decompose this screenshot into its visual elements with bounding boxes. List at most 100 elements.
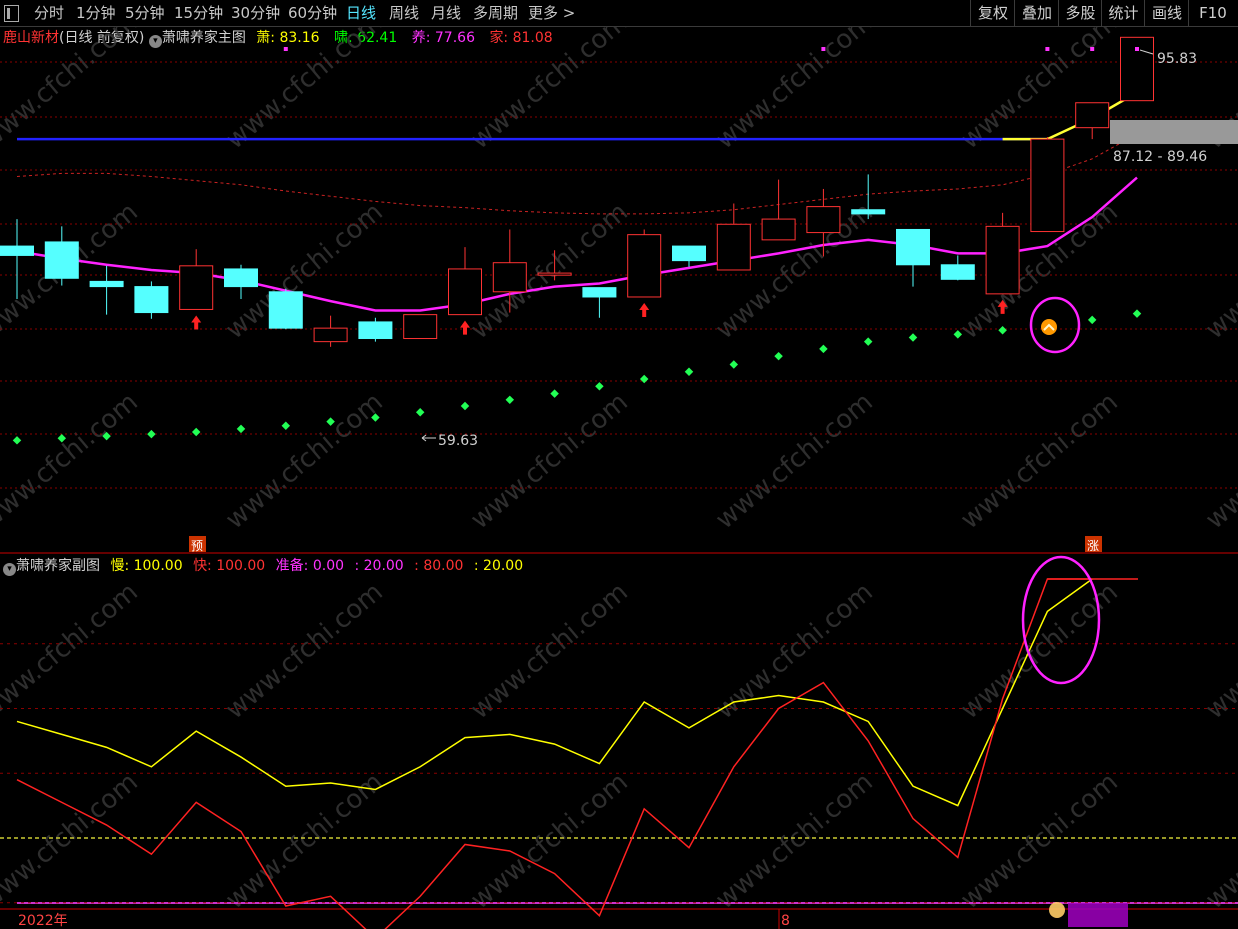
support-dot xyxy=(684,367,694,377)
support-dot xyxy=(550,389,559,398)
low-pointer-icon xyxy=(421,434,436,442)
low-price-label: 59.63 xyxy=(438,433,478,449)
watermark-text: www.cfchi.com xyxy=(1200,577,1238,725)
candle xyxy=(448,268,482,316)
range-label: 87.12 - 89.46 xyxy=(1113,149,1207,165)
candle xyxy=(672,245,706,262)
scroll-thumb xyxy=(1068,903,1128,927)
watermark-text: www.cfchi.com xyxy=(1200,767,1238,915)
slow-line xyxy=(16,578,1093,807)
candle xyxy=(806,206,841,234)
top-marker xyxy=(1045,47,1050,51)
candle xyxy=(761,218,796,241)
support-dot xyxy=(595,382,604,391)
candle xyxy=(313,327,348,343)
candle xyxy=(268,291,303,329)
watermark-text: www.cfchi.com xyxy=(0,387,144,535)
tab-fenshi[interactable]: 分时 xyxy=(34,0,64,26)
tab-60min[interactable]: 60分钟 xyxy=(288,0,337,26)
watermark-text: www.cfchi.com xyxy=(955,26,1124,155)
tab-weekly[interactable]: 周线 xyxy=(389,0,419,26)
f10-button[interactable]: F10 xyxy=(1188,0,1237,26)
support-dot xyxy=(505,395,515,405)
high-price-label: 95.83 xyxy=(1157,51,1197,67)
support-dot xyxy=(12,436,22,445)
tab-multi-period[interactable]: 多周期 xyxy=(473,0,518,26)
candle xyxy=(492,262,527,293)
support-dot xyxy=(953,330,963,339)
tab-30min[interactable]: 30分钟 xyxy=(231,0,280,26)
tab-more[interactable]: 更多 > xyxy=(528,0,575,26)
candle xyxy=(179,265,214,310)
multi-stock-button[interactable]: 多股 xyxy=(1058,0,1102,26)
overlay-button[interactable]: 叠加 xyxy=(1014,0,1059,26)
support-dot xyxy=(236,424,246,434)
scroll-handle-icon xyxy=(1049,902,1065,918)
watermark-text: www.cfchi.com xyxy=(955,767,1124,915)
zhang-marker: 涨 xyxy=(1087,538,1099,553)
kline-chart[interactable]: www.cfchi.com www.cfchi.com www.cfchi.com w… xyxy=(0,26,1238,929)
candle xyxy=(537,272,572,276)
watermark-text: www.cfchi.com xyxy=(1200,387,1238,535)
support-dot xyxy=(1132,309,1142,318)
support-dot xyxy=(1087,315,1097,325)
tab-1min[interactable]: 1分钟 xyxy=(76,0,116,26)
period-toolbar: 分时 1分钟 5分钟 15分钟 30分钟 60分钟 日线 周线 月线 多周期 更… xyxy=(0,0,1238,27)
support-dot xyxy=(774,351,783,361)
sidebar-toggle-icon[interactable] xyxy=(4,5,19,22)
support-dot xyxy=(639,374,649,384)
watermark-text: www.cfchi.com xyxy=(465,197,634,345)
tab-15min[interactable]: 15分钟 xyxy=(174,0,223,26)
watermark-text: www.cfchi.com xyxy=(465,577,634,725)
yu-marker: 预 xyxy=(191,539,203,553)
watermark-text: www.cfchi.com xyxy=(1200,197,1238,345)
watermark-text: www.cfchi.com xyxy=(0,26,144,155)
candle xyxy=(940,264,975,280)
candle xyxy=(627,234,662,298)
fuquan-button[interactable]: 复权 xyxy=(970,0,1015,26)
candle xyxy=(358,321,393,340)
candle xyxy=(716,223,751,271)
support-dot xyxy=(460,401,470,411)
candle xyxy=(1030,138,1065,233)
watermark-text: www.cfchi.com xyxy=(220,387,389,535)
watermark-text: www.cfchi.com xyxy=(220,26,389,155)
watermark-text: www.cfchi.com xyxy=(710,26,879,155)
support-dot xyxy=(998,325,1007,335)
buy-arrow-icon xyxy=(191,315,202,330)
candle xyxy=(89,280,124,288)
tab-5min[interactable]: 5分钟 xyxy=(125,0,165,26)
resistance-zone xyxy=(1110,120,1238,144)
tab-daily[interactable]: 日线 xyxy=(346,0,376,26)
tab-monthly[interactable]: 月线 xyxy=(431,0,461,26)
candle xyxy=(403,314,438,340)
candle xyxy=(224,268,258,288)
draw-button[interactable]: 画线 xyxy=(1144,0,1189,26)
support-dot xyxy=(863,337,873,346)
watermark-text: www.cfchi.com xyxy=(465,387,634,535)
candle xyxy=(0,245,34,256)
support-dot xyxy=(819,344,828,354)
signal-badge-icon xyxy=(1041,319,1057,335)
support-dot xyxy=(729,360,739,369)
candle xyxy=(134,286,169,314)
top-marker xyxy=(821,47,826,51)
support-dot xyxy=(191,427,201,437)
buy-arrow-icon xyxy=(639,302,650,317)
watermark-text: www.cfchi.com xyxy=(955,387,1124,535)
statistics-button[interactable]: 统计 xyxy=(1101,0,1145,26)
candle xyxy=(1120,36,1154,102)
support-dot xyxy=(147,429,156,439)
support-dot xyxy=(415,408,425,417)
top-marker xyxy=(283,47,288,51)
watermark-text: www.cfchi.com xyxy=(710,767,879,915)
watermark-text: www.cfchi.com xyxy=(220,767,389,915)
watermark-text: www.cfchi.com xyxy=(710,387,879,535)
month-label: 8 xyxy=(781,913,790,929)
candle xyxy=(582,287,617,298)
candle xyxy=(1075,102,1110,129)
support-dot xyxy=(281,421,291,431)
support-dot xyxy=(908,333,918,342)
top-marker xyxy=(1090,47,1095,51)
watermark-text: www.cfchi.com xyxy=(0,767,144,915)
